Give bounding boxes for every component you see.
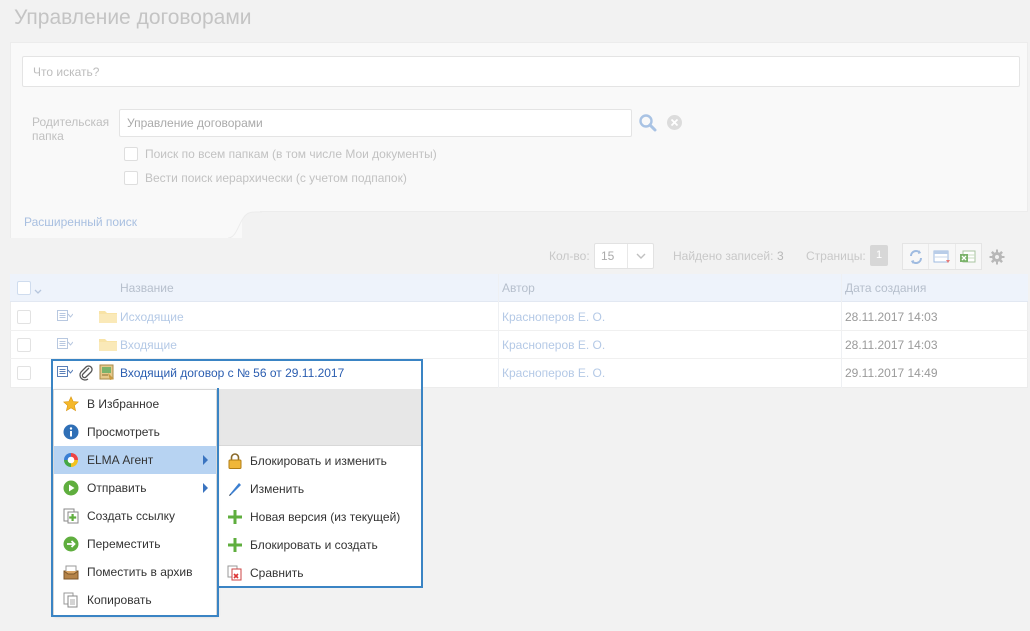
- row-name-link[interactable]: Входящие: [120, 338, 177, 352]
- clear-icon[interactable]: [666, 114, 683, 131]
- parent-folder-label: Родительская папка: [32, 115, 110, 143]
- tab-divider: [260, 211, 1028, 212]
- per-page-label: Кол-во:: [549, 249, 590, 263]
- all-folders-option[interactable]: Поиск по всем папкам (в том числе Мои до…: [124, 147, 437, 161]
- row-author-link[interactable]: Красноперов Е. О.: [502, 310, 605, 324]
- folder-icon: [99, 309, 117, 326]
- row-menu-icon[interactable]: [57, 338, 74, 353]
- table-settings-icon[interactable]: [929, 244, 956, 269]
- tab-curve: [226, 211, 262, 238]
- gear-icon[interactable]: [986, 246, 1008, 268]
- row-name-link[interactable]: Входящий договор с № 56 от 29.11.2017: [120, 366, 344, 380]
- all-folders-label: Поиск по всем папкам (в том числе Мои до…: [145, 147, 437, 161]
- found-label: Найдено записей:: [673, 249, 774, 263]
- refresh-icon[interactable]: [903, 244, 930, 269]
- row-checkbox[interactable]: [17, 338, 31, 352]
- column-separator: [841, 274, 842, 388]
- parent-folder-field[interactable]: [120, 110, 631, 136]
- row-created: 28.11.2017 14:03: [845, 310, 938, 324]
- row-created: 29.11.2017 14:49: [845, 366, 938, 380]
- all-folders-checkbox[interactable]: [124, 147, 138, 161]
- row-created: 28.11.2017 14:03: [845, 338, 938, 352]
- select-all-checkbox[interactable]: [17, 281, 31, 295]
- row-checkbox[interactable]: [17, 366, 31, 380]
- hierarchical-option[interactable]: Вести поиск иерархически (с учетом подпа…: [124, 171, 407, 185]
- search-input[interactable]: [23, 57, 1019, 86]
- row-name-link[interactable]: Исходящие: [120, 310, 184, 324]
- row-divider: [10, 330, 1028, 331]
- folder-icon: [99, 337, 117, 354]
- column-header-author[interactable]: Автор: [502, 281, 535, 295]
- column-header-created[interactable]: Дата создания: [845, 281, 926, 295]
- chevron-down-icon[interactable]: [34, 284, 42, 298]
- attachment-icon: [79, 364, 93, 385]
- row-author-link[interactable]: Красноперов Е. О.: [502, 366, 605, 380]
- pages-label: Страницы:: [806, 249, 866, 263]
- current-page-badge[interactable]: 1: [870, 245, 888, 266]
- chevron-down-icon[interactable]: [627, 244, 653, 268]
- contract-document-icon: [98, 363, 116, 384]
- per-page-select[interactable]: 15: [594, 243, 654, 269]
- row-checkbox[interactable]: [17, 310, 31, 324]
- search-input-wrapper: [22, 56, 1020, 87]
- context-menu-outline: [51, 388, 219, 617]
- column-header-name[interactable]: Название: [120, 281, 174, 295]
- found-count: 3: [777, 249, 784, 263]
- advanced-search-link[interactable]: Расширенный поиск: [24, 215, 137, 229]
- parent-folder-field-wrapper: [119, 109, 632, 137]
- hierarchical-label: Вести поиск иерархически (с учетом подпа…: [145, 171, 407, 185]
- hierarchical-checkbox[interactable]: [124, 171, 138, 185]
- row-author-link[interactable]: Красноперов Е. О.: [502, 338, 605, 352]
- column-separator: [498, 274, 499, 388]
- page-title: Управление договорами: [14, 6, 252, 29]
- row-menu-icon[interactable]: [57, 366, 74, 381]
- per-page-value: 15: [601, 249, 615, 263]
- search-icon[interactable]: [638, 113, 658, 133]
- export-excel-icon[interactable]: [956, 244, 981, 269]
- toolbar-group: [902, 243, 982, 270]
- row-menu-icon[interactable]: [57, 310, 74, 325]
